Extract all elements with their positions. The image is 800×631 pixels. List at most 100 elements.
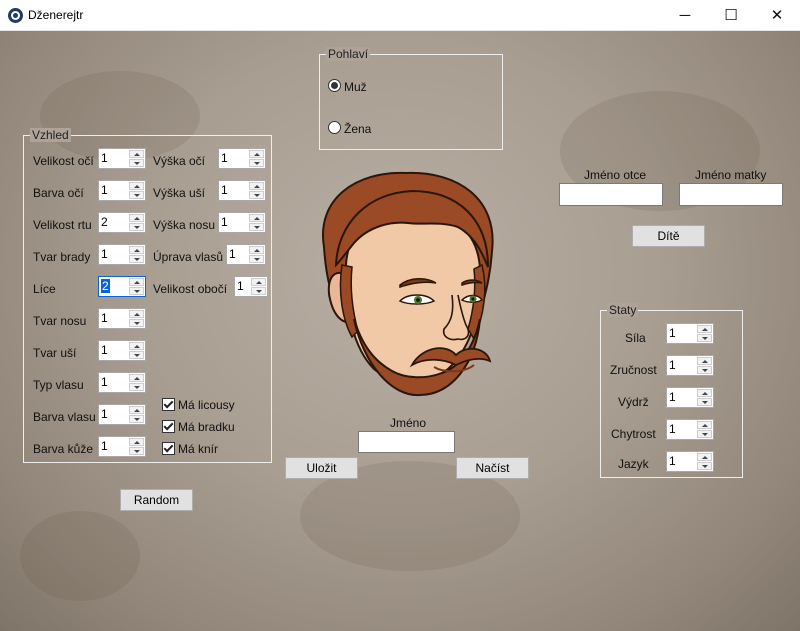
spin-up-icon[interactable] [697,389,712,397]
chin-shape-label: Tvar brady [33,250,91,264]
skin-color-spinner[interactable]: 1 [98,436,146,457]
nose-shape-spinner[interactable]: 1 [98,308,146,329]
sideburns-checkbox[interactable] [162,398,175,411]
spin-up-icon[interactable] [249,246,264,254]
ear-height-spinner[interactable]: 1 [218,180,266,201]
spin-up-icon[interactable] [697,421,712,429]
spin-up-icon[interactable] [129,342,144,350]
spin-down-icon[interactable] [697,430,712,438]
save-button[interactable]: Uložit [285,457,358,479]
child-button[interactable]: Dítě [632,225,705,247]
spin-up-icon[interactable] [251,278,266,286]
hair-color-spinner[interactable]: 1 [98,404,146,425]
goatee-checkbox[interactable] [162,420,175,433]
strength-spinner[interactable]: 1 [666,323,714,344]
spin-down-icon[interactable] [129,447,144,455]
load-button[interactable]: Načíst [456,457,529,479]
minimize-button[interactable]: ─ [662,0,708,31]
radio-female[interactable] [328,121,341,134]
window-title: Dženerejtr [28,8,84,22]
spin-down-icon[interactable] [697,398,712,406]
maximize-button[interactable]: ☐ [708,0,754,31]
hair-style-label: Úprava vlasů [153,250,224,264]
eye-height-spinner[interactable]: 1 [218,148,266,169]
looks-group: Vzhled Velikost očí 1 Barva očí 1 Veliko… [23,128,272,463]
nose-height-spinner[interactable]: 1 [218,212,266,233]
skin-color-label: Barva kůže [33,442,94,456]
spin-up-icon[interactable] [129,406,144,414]
spin-down-icon[interactable] [129,287,144,295]
spin-up-icon[interactable] [697,325,712,333]
eyebrow-size-spinner[interactable]: 1 [234,276,268,297]
spin-down-icon[interactable] [129,415,144,423]
sideburns-label: Má licousy [178,398,235,412]
name-input[interactable] [358,431,455,453]
spin-down-icon[interactable] [129,255,144,263]
stats-group: Staty Síla 1 Zručnost 1 Výdrž 1 Chytrost… [600,303,743,478]
lip-size-spinner[interactable]: 2 [98,212,146,233]
mother-name-label: Jméno matky [695,168,767,182]
endurance-spinner[interactable]: 1 [666,387,714,408]
hair-style-spinner[interactable]: 1 [226,244,266,265]
spin-up-icon[interactable] [697,357,712,365]
spin-down-icon[interactable] [249,255,264,263]
paper-stain [20,511,140,601]
spin-up-icon[interactable] [697,453,712,461]
nose-shape-label: Tvar nosu [33,314,87,328]
spin-up-icon[interactable] [129,214,144,222]
intelligence-spinner[interactable]: 1 [666,419,714,440]
random-button[interactable]: Random [120,489,193,511]
spin-up-icon[interactable] [129,150,144,158]
spin-down-icon[interactable] [129,159,144,167]
spin-down-icon[interactable] [249,223,264,231]
ear-shape-label: Tvar uší [33,346,77,360]
hair-type-spinner[interactable]: 1 [98,372,146,393]
spin-up-icon[interactable] [129,310,144,318]
main-panel: Pohlaví Muž Žena Vzhled Velikost očí 1 B… [0,31,800,631]
eyebrow-size-label: Velikost obočí [153,282,228,296]
mustache-checkbox[interactable] [162,442,175,455]
name-label: Jméno [390,416,427,430]
spin-down-icon[interactable] [249,191,264,199]
spin-up-icon[interactable] [129,438,144,446]
looks-legend: Vzhled [30,128,71,142]
goatee-label: Má bradku [178,420,235,434]
spin-down-icon[interactable] [129,383,144,391]
chin-shape-spinner[interactable]: 1 [98,244,146,265]
cheeks-spinner[interactable]: 2 [98,276,146,297]
spin-up-icon[interactable] [129,182,144,190]
spin-up-icon[interactable] [249,214,264,222]
ear-shape-spinner[interactable]: 1 [98,340,146,361]
spin-up-icon[interactable] [249,150,264,158]
eye-color-spinner[interactable]: 1 [98,180,146,201]
spin-down-icon[interactable] [697,334,712,342]
spin-down-icon[interactable] [697,462,712,470]
spin-down-icon[interactable] [129,351,144,359]
spin-down-icon[interactable] [251,287,266,295]
cheeks-label: Líce [33,282,56,296]
radio-male[interactable] [328,79,341,92]
spin-up-icon[interactable] [249,182,264,190]
dexterity-label: Zručnost [610,363,657,377]
intelligence-label: Chytrost [611,427,656,441]
close-button[interactable]: ✕ [754,0,800,31]
spin-down-icon[interactable] [129,319,144,327]
dexterity-spinner[interactable]: 1 [666,355,714,376]
language-spinner[interactable]: 1 [666,451,714,472]
spin-down-icon[interactable] [249,159,264,167]
spin-down-icon[interactable] [129,191,144,199]
spin-up-icon[interactable] [129,246,144,254]
gender-legend: Pohlaví [326,47,371,61]
spin-up-icon[interactable] [129,278,144,286]
mother-name-input[interactable] [679,183,783,206]
spin-down-icon[interactable] [697,366,712,374]
gender-group: Pohlaví Muž Žena [319,47,503,150]
spin-up-icon[interactable] [129,374,144,382]
eye-size-spinner[interactable]: 1 [98,148,146,169]
lip-size-label: Velikost rtu [33,218,92,232]
radio-male-label: Muž [344,80,367,94]
father-name-input[interactable] [559,183,663,206]
checkmark-icon [163,442,174,453]
spin-down-icon[interactable] [129,223,144,231]
mustache-label: Má knír [178,442,219,456]
